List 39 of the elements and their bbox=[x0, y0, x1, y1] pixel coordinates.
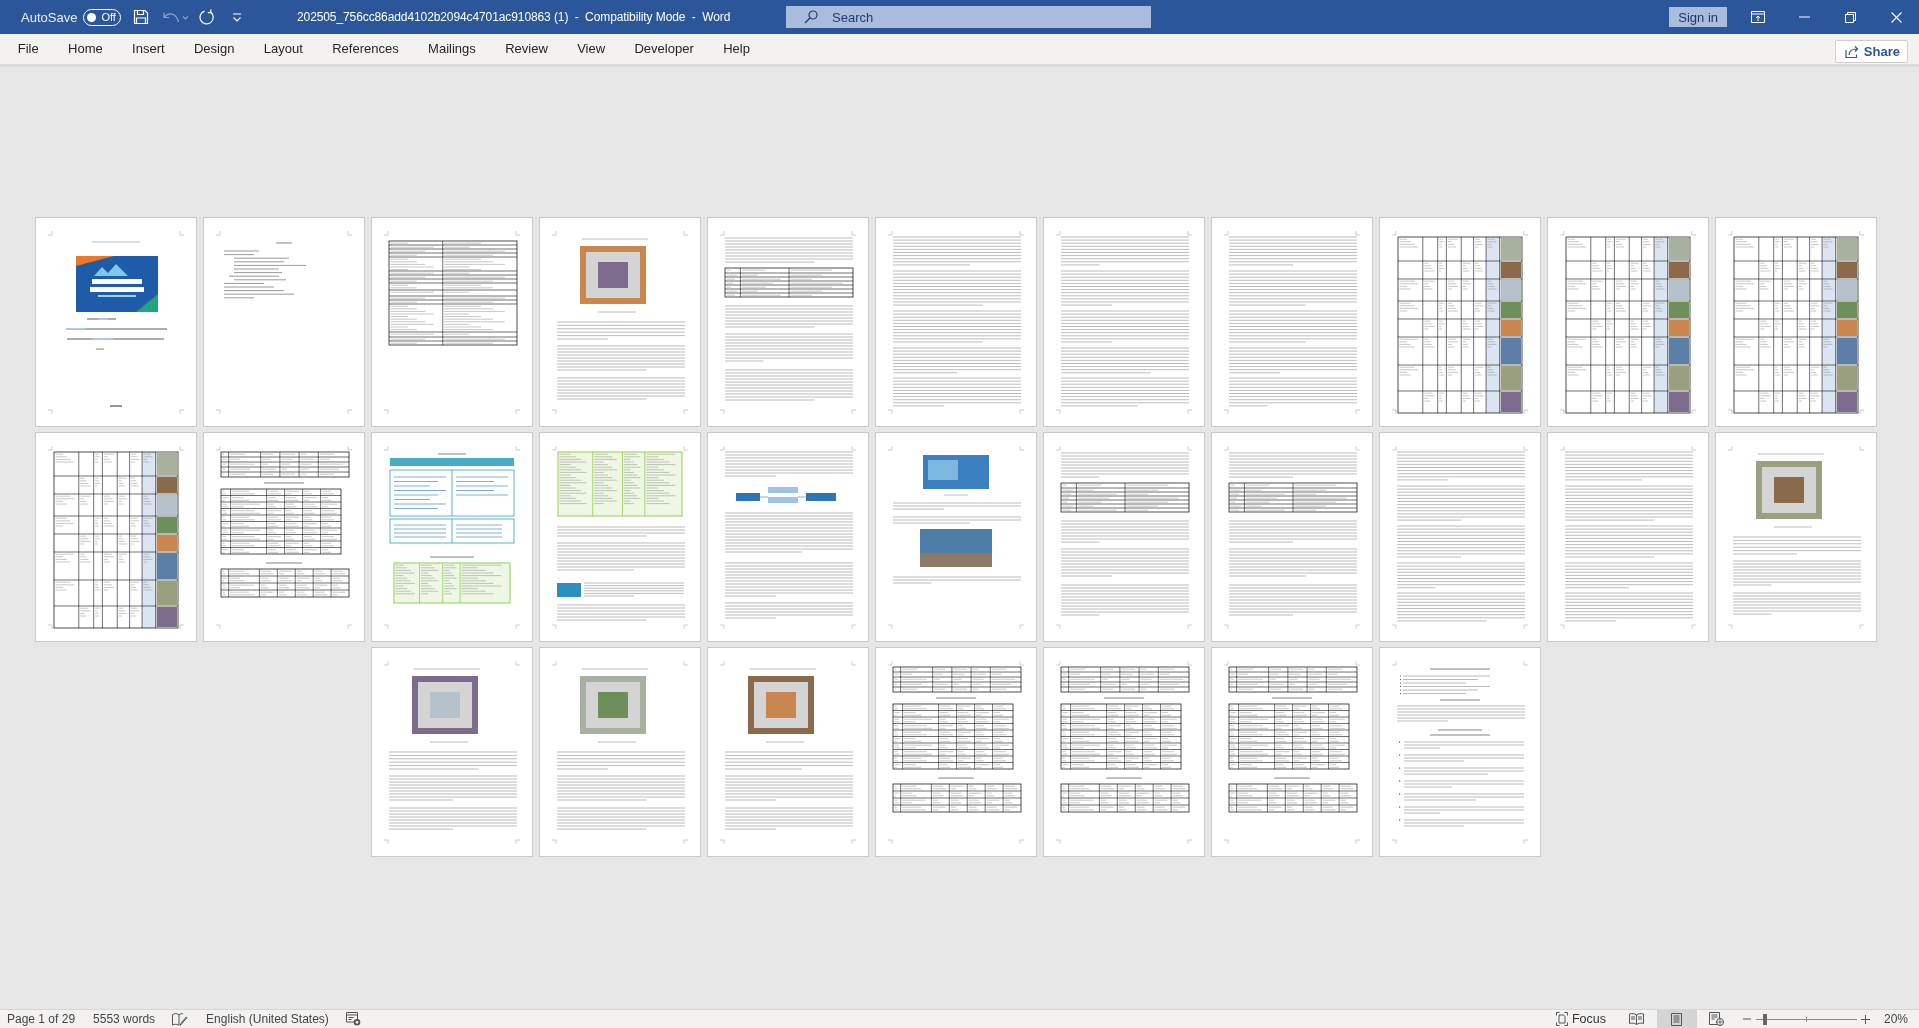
print-view-button[interactable] bbox=[1656, 1010, 1697, 1028]
language-status[interactable]: English (United States) bbox=[206, 1012, 329, 1026]
share-icon bbox=[1844, 44, 1859, 58]
ribbon-tab[interactable]: Design bbox=[179, 36, 250, 62]
search-icon bbox=[804, 10, 818, 24]
sign-in-button[interactable]: Sign in bbox=[1669, 7, 1727, 27]
minimize-icon[interactable] bbox=[1798, 16, 1810, 18]
page-icon bbox=[1671, 1012, 1683, 1026]
window-title: 202505_756cc86add4102b2094c4701ac910863 (1) - Compatibility Mode - Word bbox=[297, 10, 732, 24]
plus-icon[interactable] bbox=[1860, 1014, 1870, 1024]
autosave-label: AutoSave bbox=[21, 9, 78, 25]
toggle-knob bbox=[87, 12, 97, 22]
ribbon-tab[interactable]: References bbox=[317, 36, 414, 62]
caret-icon[interactable] bbox=[232, 12, 243, 22]
window-arrow-icon[interactable] bbox=[1751, 11, 1765, 23]
ribbon-tab[interactable]: Developer bbox=[619, 36, 709, 62]
save-icon[interactable] bbox=[133, 9, 150, 25]
zoom-slider-thumb[interactable] bbox=[1763, 1013, 1768, 1025]
ribbon-tab[interactable]: Insert bbox=[117, 36, 180, 62]
page-count[interactable]: Page 1 of 29 bbox=[7, 1012, 76, 1026]
book-pencil-icon[interactable] bbox=[172, 1012, 189, 1026]
search-field[interactable]: Search bbox=[786, 6, 1151, 28]
window-disc-icon[interactable] bbox=[345, 1012, 361, 1026]
open-book-icon bbox=[1629, 1013, 1645, 1025]
word-count[interactable]: 5553 words bbox=[93, 1012, 156, 1026]
ribbon-tab[interactable]: Layout bbox=[249, 36, 318, 62]
ribbon-tab[interactable]: Help bbox=[708, 36, 765, 62]
close-icon[interactable] bbox=[1890, 11, 1902, 23]
ribbon-tab[interactable]: File bbox=[3, 36, 54, 62]
focus-button[interactable]: Focus bbox=[1555, 1012, 1606, 1026]
focus-icon bbox=[1555, 1012, 1568, 1026]
restore-icon[interactable] bbox=[1844, 11, 1856, 23]
ribbon-tab[interactable]: Review bbox=[490, 36, 563, 62]
ribbon-tab[interactable]: Home bbox=[53, 36, 118, 62]
redo-icon[interactable] bbox=[199, 9, 216, 25]
ribbon-tab[interactable]: View bbox=[562, 36, 620, 62]
share-button[interactable]: Share bbox=[1834, 39, 1908, 63]
ribbon-tab[interactable]: Mailings bbox=[413, 36, 491, 62]
zoom-level[interactable]: 20% bbox=[1883, 1012, 1908, 1026]
